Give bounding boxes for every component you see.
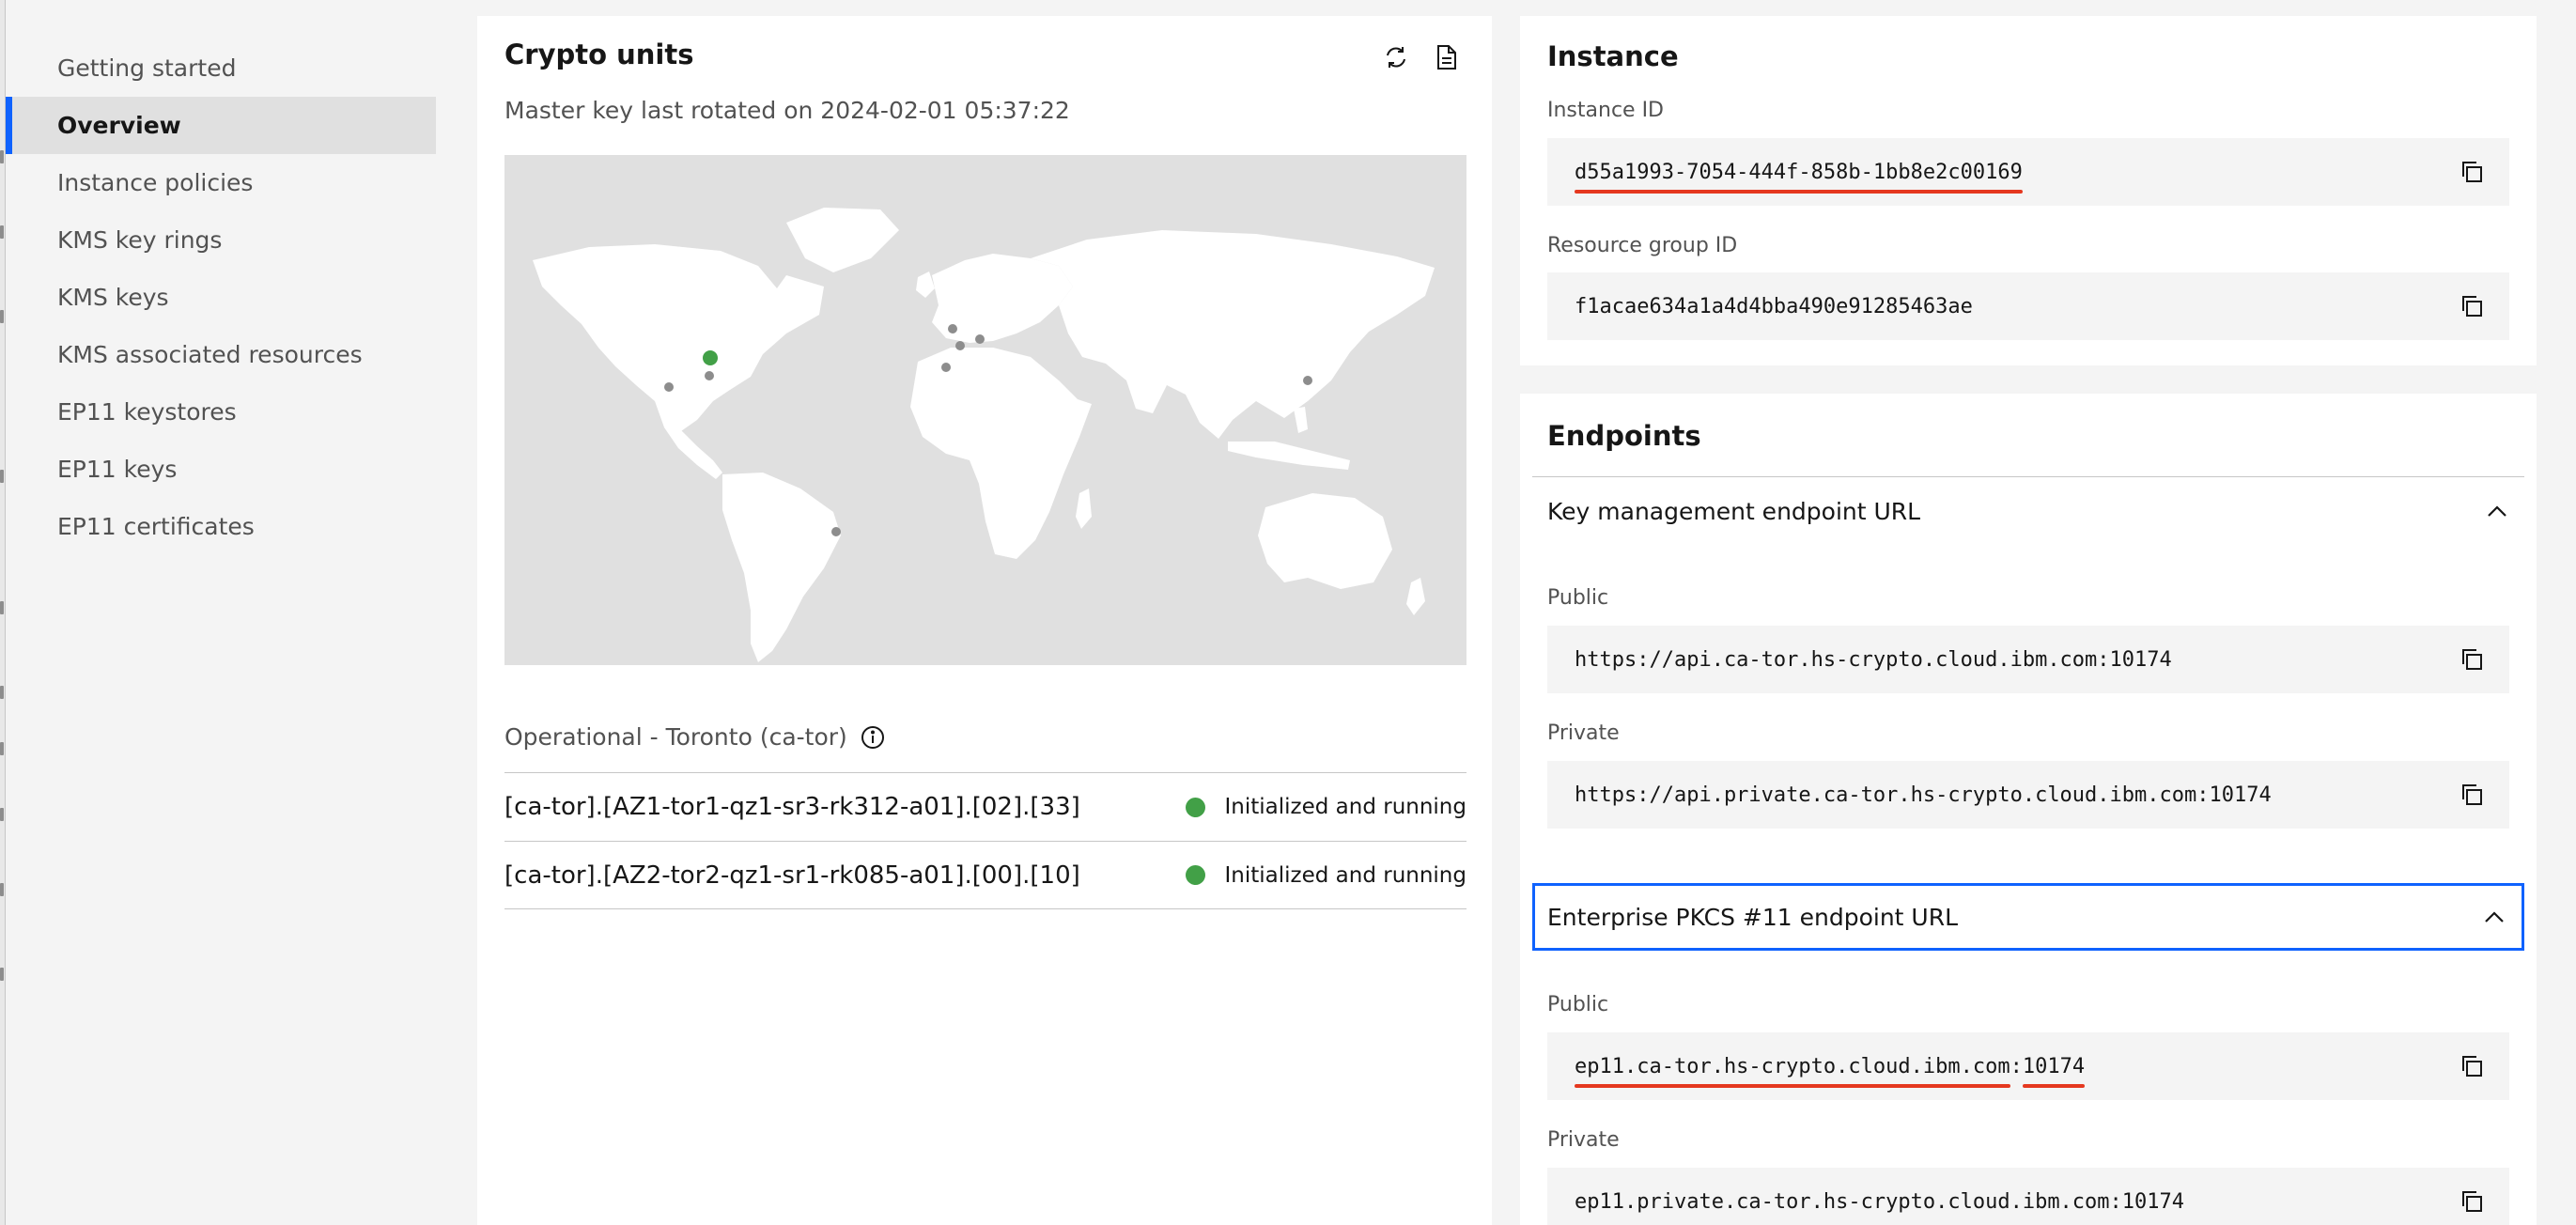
- sidebar-item-getting-started[interactable]: Getting started: [6, 39, 436, 97]
- document-icon[interactable]: [1426, 37, 1467, 78]
- ep11-public-label: Public: [1547, 993, 1609, 1016]
- ep11-private-label: Private: [1547, 1128, 1620, 1152]
- kms-private-field: https://api.private.ca-tor.hs-crypto.clo…: [1547, 761, 2509, 829]
- instance-title: Instance: [1547, 40, 1679, 72]
- crypto-unit-status: Initialized and running: [1186, 795, 1466, 819]
- info-icon[interactable]: [861, 725, 885, 750]
- endpoints-panel: Endpoints Key management endpoint URL Pu…: [1520, 394, 2537, 1225]
- ep11-public-host: ep11.ca-tor.hs-crypto.cloud.ibm.com: [1575, 1054, 2010, 1088]
- copy-icon[interactable]: [2451, 1046, 2492, 1087]
- copy-icon[interactable]: [2451, 1181, 2492, 1222]
- chevron-up-icon: [2484, 910, 2505, 923]
- ep11-public-port: 10174: [2022, 1054, 2086, 1088]
- kms-private-url: https://api.private.ca-tor.hs-crypto.clo…: [1575, 783, 2272, 807]
- toronto-marker: [703, 350, 718, 365]
- kms-public-url: https://api.ca-tor.hs-crypto.cloud.ibm.c…: [1575, 647, 2172, 672]
- resource-group-label: Resource group ID: [1547, 234, 1738, 257]
- instance-id-field: d55a1993-7054-444f-858b-1bb8e2c00169: [1547, 138, 2509, 206]
- resource-group-field: f1acae634a1a4d4bba490e91285463ae: [1547, 272, 2509, 340]
- copy-icon[interactable]: [2451, 774, 2492, 815]
- status-dot-icon: [1186, 797, 1206, 817]
- copy-icon[interactable]: [2451, 151, 2492, 193]
- ep11-endpoint-label: Enterprise PKCS #11 endpoint URL: [1547, 903, 1959, 931]
- kms-public-field: https://api.ca-tor.hs-crypto.cloud.ibm.c…: [1547, 626, 2509, 693]
- master-key-rotation-text: Master key last rotated on 2024-02-01 05…: [504, 97, 1070, 124]
- instance-panel: Instance Instance ID d55a1993-7054-444f-…: [1520, 16, 2537, 365]
- crypto-units-panel: Crypto units Master key last rotated on …: [477, 16, 1492, 1225]
- ep11-public-field: ep11.ca-tor.hs-crypto.cloud.ibm.com:1017…: [1547, 1032, 2509, 1100]
- crypto-unit-name: [ca-tor].[AZ2-tor2-qz1-sr1-rk085-a01].[0…: [504, 861, 1080, 890]
- crypto-units-title: Crypto units: [504, 39, 694, 70]
- world-map: [504, 155, 1466, 665]
- sidebar-item-ep11-certificates[interactable]: EP11 certificates: [6, 498, 436, 555]
- ep11-public-separator: :: [2010, 1054, 2023, 1078]
- kms-endpoint-accordion[interactable]: Key management endpoint URL: [1532, 477, 2524, 545]
- location-status-header: Operational - Toronto (ca-tor): [504, 723, 885, 751]
- instance-id-label: Instance ID: [1547, 99, 1664, 122]
- endpoints-title: Endpoints: [1547, 420, 1701, 452]
- sidebar-item-instance-policies[interactable]: Instance policies: [6, 154, 436, 211]
- crypto-unit-status: Initialized and running: [1186, 863, 1466, 888]
- sidebar-item-kms-keys[interactable]: KMS keys: [6, 269, 436, 326]
- ep11-private-field: ep11.private.ca-tor.hs-crypto.cloud.ibm.…: [1547, 1168, 2509, 1225]
- sidebar-item-overview[interactable]: Overview: [6, 97, 436, 154]
- kms-private-label: Private: [1547, 721, 1620, 745]
- copy-icon[interactable]: [2451, 286, 2492, 327]
- chevron-up-icon: [2487, 504, 2507, 518]
- copy-icon[interactable]: [2451, 639, 2492, 680]
- resource-group-value: f1acae634a1a4d4bba490e91285463ae: [1575, 294, 1973, 318]
- ep11-private-url: ep11.private.ca-tor.hs-crypto.cloud.ibm.…: [1575, 1189, 2185, 1214]
- crypto-unit-name: [ca-tor].[AZ1-tor1-qz1-sr3-rk312-a01].[0…: [504, 793, 1080, 821]
- status-dot-icon: [1186, 865, 1206, 885]
- ep11-endpoint-accordion[interactable]: Enterprise PKCS #11 endpoint URL: [1532, 883, 2524, 951]
- sidebar-item-ep11-keys[interactable]: EP11 keys: [6, 441, 436, 498]
- location-status-text: Operational - Toronto (ca-tor): [504, 723, 847, 751]
- crypto-unit-status-text: Initialized and running: [1224, 862, 1466, 888]
- sidebar-nav: Getting started Overview Instance polici…: [6, 39, 436, 555]
- crypto-unit-status-text: Initialized and running: [1224, 795, 1466, 819]
- refresh-icon[interactable]: [1375, 37, 1417, 78]
- sidebar-item-ep11-keystores[interactable]: EP11 keystores: [6, 383, 436, 441]
- sidebar-item-kms-key-rings[interactable]: KMS key rings: [6, 211, 436, 269]
- kms-endpoint-label: Key management endpoint URL: [1547, 497, 1921, 525]
- kms-public-label: Public: [1547, 586, 1609, 610]
- sidebar-item-kms-associated-resources[interactable]: KMS associated resources: [6, 326, 436, 383]
- crypto-unit-row: [ca-tor].[AZ2-tor2-qz1-sr1-rk085-a01].[0…: [504, 841, 1466, 909]
- crypto-unit-row: [ca-tor].[AZ1-tor1-qz1-sr3-rk312-a01].[0…: [504, 772, 1466, 841]
- instance-id-value: d55a1993-7054-444f-858b-1bb8e2c00169: [1575, 160, 2023, 194]
